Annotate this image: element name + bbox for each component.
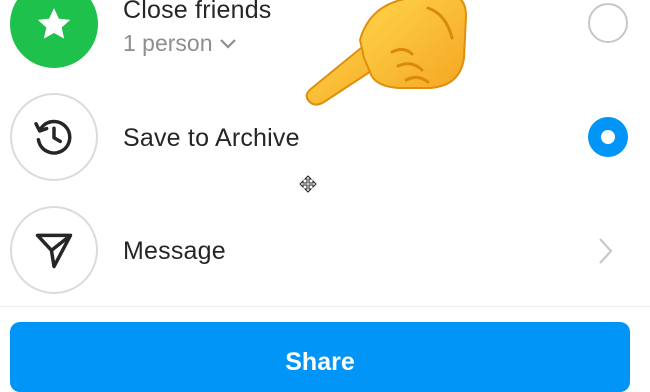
history-icon — [34, 119, 72, 155]
share-button-label: Share — [285, 348, 355, 376]
close-friends-label: Close friends — [123, 0, 272, 24]
pointing-hand-emoji — [305, 0, 468, 106]
move-cursor-icon — [299, 175, 317, 193]
chevron-right-icon[interactable] — [598, 237, 614, 265]
chevron-down-icon — [219, 38, 236, 49]
close-friends-count-text: 1 person — [123, 30, 213, 56]
paper-plane-icon — [35, 233, 73, 269]
star-icon — [37, 8, 71, 39]
option-message[interactable]: Message — [0, 205, 650, 300]
close-friends-radio[interactable] — [588, 3, 628, 43]
divider — [0, 306, 650, 307]
save-to-archive-label: Save to Archive — [123, 124, 300, 152]
close-friends-badge — [10, 0, 98, 68]
share-button[interactable]: Share — [10, 322, 630, 392]
message-label: Message — [123, 237, 226, 265]
message-badge — [10, 206, 98, 294]
radio-selected-dot — [601, 130, 615, 144]
save-to-archive-radio[interactable] — [588, 117, 628, 157]
archive-badge — [10, 93, 98, 181]
close-friends-count[interactable]: 1 person — [123, 30, 237, 57]
